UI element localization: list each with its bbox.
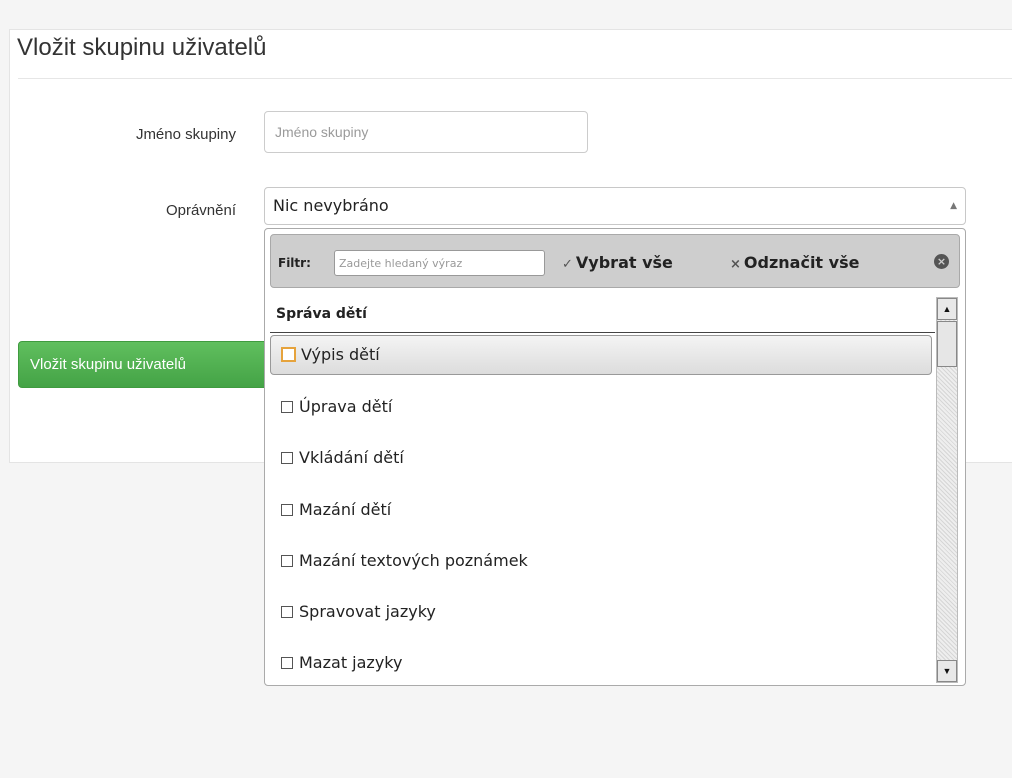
option-item[interactable]: Úprava dětí xyxy=(270,387,932,427)
option-item[interactable]: Výpis dětí xyxy=(270,335,932,375)
permissions-label: Oprávnění xyxy=(165,202,236,219)
option-item[interactable]: Mazání textových poznámek xyxy=(270,541,932,581)
option-label: Spravovat jazyky xyxy=(299,602,436,621)
option-label: Výpis dětí xyxy=(301,345,380,364)
checkbox-icon[interactable] xyxy=(281,657,293,669)
select-all-label: Vybrat vše xyxy=(575,253,673,272)
options-list: Správa dětí Výpis dětí Úprava dětí Vklád… xyxy=(270,295,935,683)
title-divider xyxy=(18,78,1012,79)
option-item[interactable]: Vkládání dětí xyxy=(270,438,932,478)
submit-button[interactable]: Vložit skupinu uživatelů xyxy=(18,341,268,388)
group-name-input[interactable] xyxy=(264,111,588,153)
scroll-down-arrow-icon[interactable]: ▼ xyxy=(937,660,957,682)
sort-caret-icon: ▲ xyxy=(950,201,957,211)
group-header: Správa dětí xyxy=(270,295,935,333)
page-title: Vložit skupinu uživatelů xyxy=(17,34,267,61)
permissions-select[interactable]: Nic nevybráno ▲ xyxy=(264,187,966,225)
option-item[interactable]: Mazat jazyky xyxy=(270,643,932,683)
deselect-all-label: Odznačit vše xyxy=(743,253,860,272)
x-icon: × xyxy=(730,257,741,272)
select-all-button[interactable]: ✓ Vybrat vše xyxy=(562,253,673,272)
permissions-dropdown: Filtr: ✓Vybrat vše ×Odznačit vše × Správ… xyxy=(264,228,966,686)
checkbox-icon[interactable] xyxy=(281,555,293,567)
check-icon: ✓ xyxy=(562,257,573,272)
option-label: Mazání textových poznámek xyxy=(299,551,528,570)
option-label: Mazání dětí xyxy=(299,500,392,519)
scrollbar-thumb[interactable] xyxy=(937,321,957,367)
scroll-up-arrow-icon[interactable]: ▲ xyxy=(937,298,957,320)
filter-input[interactable] xyxy=(334,250,545,276)
permissions-selected-text: Nic nevybráno xyxy=(273,196,389,215)
checkbox-icon[interactable] xyxy=(281,452,293,464)
group-name-label: Jméno skupiny xyxy=(135,126,236,143)
close-circle-icon[interactable]: × xyxy=(934,254,949,269)
filter-label: Filtr: xyxy=(278,256,311,270)
deselect-all-button[interactable]: × Odznačit vše xyxy=(730,253,859,272)
option-item[interactable]: Mazání dětí xyxy=(270,490,932,530)
option-label: Mazat jazyky xyxy=(299,653,403,672)
checkbox-icon[interactable] xyxy=(281,606,293,618)
checkbox-icon[interactable] xyxy=(281,347,296,362)
option-item[interactable]: Spravovat jazyky xyxy=(270,592,932,632)
filter-bar: Filtr: ✓Vybrat vše ×Odznačit vše × xyxy=(270,234,960,288)
checkbox-icon[interactable] xyxy=(281,504,293,516)
checkbox-icon[interactable] xyxy=(281,401,293,413)
vertical-scrollbar[interactable]: ▲ ▼ xyxy=(936,297,958,683)
option-label: Vkládání dětí xyxy=(299,448,404,467)
option-label: Úprava dětí xyxy=(299,397,393,416)
